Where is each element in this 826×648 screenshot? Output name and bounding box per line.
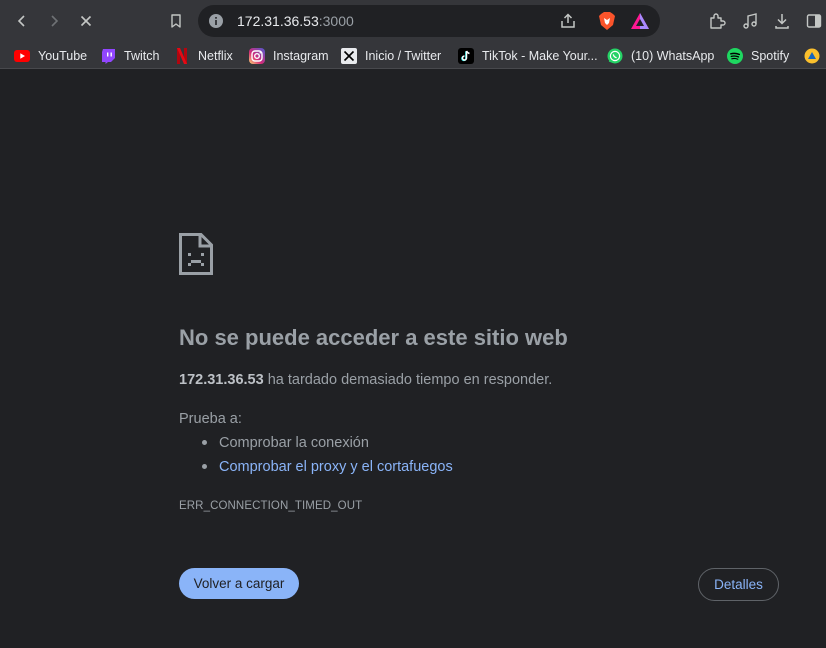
bookmark-label: (10) WhatsApp (631, 49, 715, 63)
bookmark-page-button[interactable] (164, 9, 188, 33)
twitch-icon (100, 48, 116, 64)
address-bar[interactable]: 172.31.36.53:3000 (198, 5, 660, 37)
error-host: 172.31.36.53 (179, 372, 264, 388)
bookmark-label: Instagram (273, 49, 329, 63)
bookmark-label: Twitch (124, 49, 160, 63)
bullet (202, 464, 207, 469)
bookmark-overflow[interactable] (804, 46, 826, 66)
forward-button[interactable] (42, 9, 66, 33)
bullet (202, 440, 207, 445)
netflix-icon (174, 48, 190, 64)
bookmark-tiktok[interactable]: TikTok - Make Your... (458, 46, 598, 66)
bookmark-instagram[interactable]: Instagram (249, 46, 329, 66)
youtube-icon (14, 48, 30, 64)
brave-shields-icon[interactable] (597, 11, 617, 31)
bookmark-favicon-icon (804, 48, 820, 64)
url-text[interactable]: 172.31.36.53:3000 (237, 13, 354, 29)
extensions-icon[interactable] (707, 11, 727, 31)
try-label: Prueba a: (179, 411, 242, 427)
bookmark-netflix[interactable]: Netflix (174, 46, 233, 66)
spotify-icon (727, 48, 743, 64)
error-heading: No se puede acceder a este sitio web (179, 325, 568, 350)
chevron-right-icon (51, 15, 59, 27)
bookmark-label: Inicio / Twitter (365, 49, 442, 63)
chevron-left-icon (17, 15, 25, 27)
close-icon (80, 15, 92, 27)
bookmark-icon (171, 14, 181, 28)
share-icon[interactable] (558, 11, 578, 31)
reload-button[interactable]: Volver a cargar (179, 568, 299, 599)
error-summary: 172.31.36.53 ha tardado demasiado tiempo… (179, 371, 552, 389)
tiktok-icon (458, 48, 474, 64)
media-controls-icon[interactable] (740, 11, 760, 31)
whatsapp-icon (607, 48, 623, 64)
bookmarks-bar: YouTube Twitch Netflix Instagram Inicio … (0, 42, 826, 69)
bookmark-youtube[interactable]: YouTube (14, 46, 87, 66)
details-button[interactable]: Detalles (698, 568, 779, 601)
stop-button[interactable] (74, 9, 98, 33)
side-panel-icon[interactable] (804, 11, 824, 31)
bookmark-twitter[interactable]: Inicio / Twitter (341, 46, 441, 66)
x-twitter-icon (341, 48, 357, 64)
bookmark-label: Netflix (198, 49, 233, 63)
back-button[interactable] (10, 9, 34, 33)
error-page: No se puede acceder a este sitio web 172… (0, 69, 826, 648)
sad-page-icon (179, 233, 213, 275)
bookmark-twitch[interactable]: Twitch (100, 46, 159, 66)
suggestion-check-connection: Comprobar la conexión (219, 435, 369, 451)
downloads-icon[interactable] (772, 11, 792, 31)
url-host: 172.31.36.53 (237, 13, 319, 29)
instagram-icon (249, 48, 265, 64)
site-info-icon[interactable] (208, 13, 224, 29)
error-code: ERR_CONNECTION_TIMED_OUT (179, 500, 363, 512)
brave-rewards-icon[interactable] (630, 11, 650, 31)
suggestion-check-proxy-link[interactable]: Comprobar el proxy y el cortafuegos (219, 458, 453, 476)
bookmark-label: Spotify (751, 49, 790, 63)
bookmark-spotify[interactable]: Spotify (727, 46, 789, 66)
bookmark-label: TikTok - Make Your... (482, 49, 598, 63)
error-summary-text: ha tardado demasiado tiempo en responder… (263, 372, 553, 388)
url-port: :3000 (318, 13, 354, 29)
bookmark-whatsapp[interactable]: (10) WhatsApp (607, 46, 714, 66)
bookmark-label: YouTube (38, 49, 88, 63)
browser-toolbar: 172.31.36.53:3000 (0, 0, 826, 42)
